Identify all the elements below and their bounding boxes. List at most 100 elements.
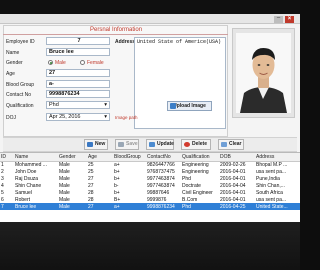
- age-label: Age: [6, 71, 15, 77]
- table-cell: Civil Engineer: [182, 189, 213, 196]
- clear-button[interactable]: Clear: [218, 139, 244, 150]
- delete-button[interactable]: Delete: [181, 139, 211, 150]
- qualification-label: Qualification: [6, 103, 34, 109]
- table-cell: b-: [114, 182, 119, 189]
- column-header[interactable]: Gender: [58, 153, 87, 162]
- column-header[interactable]: ContactNo: [146, 153, 181, 162]
- table-cell: Male: [59, 182, 70, 189]
- column-header[interactable]: Qualification: [181, 153, 219, 162]
- address-field[interactable]: United State of Americe(USA): [134, 37, 226, 129]
- calendar-dropdown-icon: ▾: [104, 114, 107, 120]
- update-button[interactable]: Update: [146, 139, 174, 150]
- table-cell: 3: [1, 175, 4, 182]
- table-cell: 2016-04-01: [220, 196, 246, 203]
- chevron-down-icon: ▾: [104, 102, 107, 108]
- table-cell: 1: [1, 161, 4, 168]
- gender-label: Gender: [6, 60, 23, 66]
- new-button[interactable]: New: [84, 139, 108, 150]
- doj-date-picker[interactable]: Apr 25, 2016 ▾: [46, 113, 110, 121]
- column-header[interactable]: BloodGroup: [113, 153, 146, 162]
- table-row[interactable]: 7 Bruce lee Male 27 a+ 9998876234 Phd 2016-04-2…: [0, 203, 300, 210]
- table-cell: 99887646: [147, 189, 170, 196]
- age-field[interactable]: 27: [46, 69, 110, 77]
- table-row[interactable]: 3 Raj Dsuza Male 27 b+ 9977463874 Phd 2016-04-0…: [0, 175, 300, 182]
- employee-id-label: Employee ID: [6, 39, 35, 45]
- table-cell: B+: [114, 196, 121, 203]
- table-row[interactable]: 2 John Doe Male 25 b+ 9768737475 Engineering 20…: [0, 168, 300, 175]
- table-cell: 2016-04-01: [220, 175, 246, 182]
- qualification-select[interactable]: Phd ▾: [46, 101, 110, 109]
- table-row[interactable]: 4 Shin Chane Male 27 b- 9977463874 Doctrate 201…: [0, 182, 300, 189]
- table-cell: Male: [58, 203, 87, 210]
- gender-female-radio[interactable]: [80, 60, 85, 65]
- update-icon: [149, 142, 155, 147]
- column-header[interactable]: ID: [0, 153, 14, 162]
- table-cell: 2016-04-01: [220, 168, 246, 175]
- table-cell: South Africa: [256, 189, 283, 196]
- table-cell: Phd: [182, 175, 191, 182]
- table-cell: 27: [87, 203, 113, 210]
- table-cell: 2016-04-25: [219, 203, 255, 210]
- table-cell: b+: [114, 189, 120, 196]
- table-row[interactable]: 1 Mohammed ... Male 25 a+ 9826447766 Engineeri…: [0, 161, 300, 168]
- blood-group-label: Blood Group: [6, 82, 35, 88]
- table-cell: Shin Chane: [15, 182, 42, 189]
- delete-label: Delete: [192, 141, 208, 147]
- doj-value: Apr 25, 2016: [49, 114, 81, 120]
- new-icon: [87, 142, 93, 147]
- table-cell: 9977463874: [147, 182, 175, 189]
- table-cell: Raj Dsuza: [15, 175, 39, 182]
- table-cell: 4: [1, 182, 4, 189]
- table-cell: Samuel: [15, 189, 32, 196]
- column-header[interactable]: Age: [87, 153, 113, 162]
- table-cell: 9999876: [147, 196, 167, 203]
- table-cell: 27: [88, 182, 94, 189]
- employee-id-field[interactable]: 7: [46, 37, 110, 45]
- name-field[interactable]: Bruce lee: [46, 48, 110, 56]
- table-cell: 2009-02-26: [220, 161, 246, 168]
- table-cell: Male: [59, 189, 70, 196]
- table-row[interactable]: 5 Samuel Male 28 b+ 99887646 Civil Engineer 201…: [0, 189, 300, 196]
- gender-female-label: Female: [87, 60, 104, 66]
- table-cell: 9977463874: [147, 175, 175, 182]
- save-button[interactable]: Save: [115, 139, 139, 150]
- table-body: 1 Mohammed ... Male 25 a+ 9826447766 Engineeri…: [0, 161, 300, 210]
- blood-group-field[interactable]: a-: [46, 80, 110, 88]
- table-cell: Robert: [15, 196, 31, 203]
- table-cell: Engineering: [182, 161, 209, 168]
- column-header[interactable]: DOB: [219, 153, 255, 162]
- table-cell: 2016-04-04: [220, 182, 246, 189]
- contact-label: Contact No: [6, 92, 32, 98]
- table-cell: Male: [59, 196, 70, 203]
- table-cell: 9998876234: [146, 203, 181, 210]
- table-cell: Bhopal M.P ...: [256, 161, 288, 168]
- new-label: New: [95, 141, 106, 147]
- table-cell: Bruce lee: [14, 203, 58, 210]
- table-cell: Shin Chan,...: [256, 182, 285, 189]
- table-cell: 7: [0, 203, 14, 210]
- table-cell: Pune,India: [256, 175, 280, 182]
- column-header[interactable]: Name: [14, 153, 58, 162]
- name-label: Name: [6, 50, 20, 56]
- minimize-button[interactable]: –: [274, 15, 283, 23]
- gender-male-radio[interactable]: [48, 60, 53, 65]
- table-cell: b+: [114, 168, 120, 175]
- clear-label: Clear: [229, 141, 242, 147]
- update-label: Update: [157, 141, 174, 147]
- table-row[interactable]: 6 Robert Male 28 B+ 9999876 B.Com 2016-04-01 usa…: [0, 196, 300, 203]
- delete-icon: [184, 142, 190, 147]
- column-header[interactable]: Address: [255, 153, 300, 162]
- table-cell: 9768737475: [147, 168, 175, 175]
- table-cell: 28: [88, 196, 94, 203]
- table-cell: usa sent pa...: [256, 168, 287, 175]
- section-divider: [3, 34, 228, 35]
- close-button[interactable]: ×: [285, 16, 294, 23]
- clear-icon: [221, 142, 227, 147]
- employee-photo: [236, 33, 291, 113]
- table-cell: Male: [59, 161, 70, 168]
- contact-field[interactable]: 9998876234: [46, 90, 110, 98]
- table-cell: Engineering: [182, 168, 209, 175]
- table-cell: 6: [1, 196, 4, 203]
- table-cell: 2: [1, 168, 4, 175]
- table-cell: usa sent pa...: [256, 196, 287, 203]
